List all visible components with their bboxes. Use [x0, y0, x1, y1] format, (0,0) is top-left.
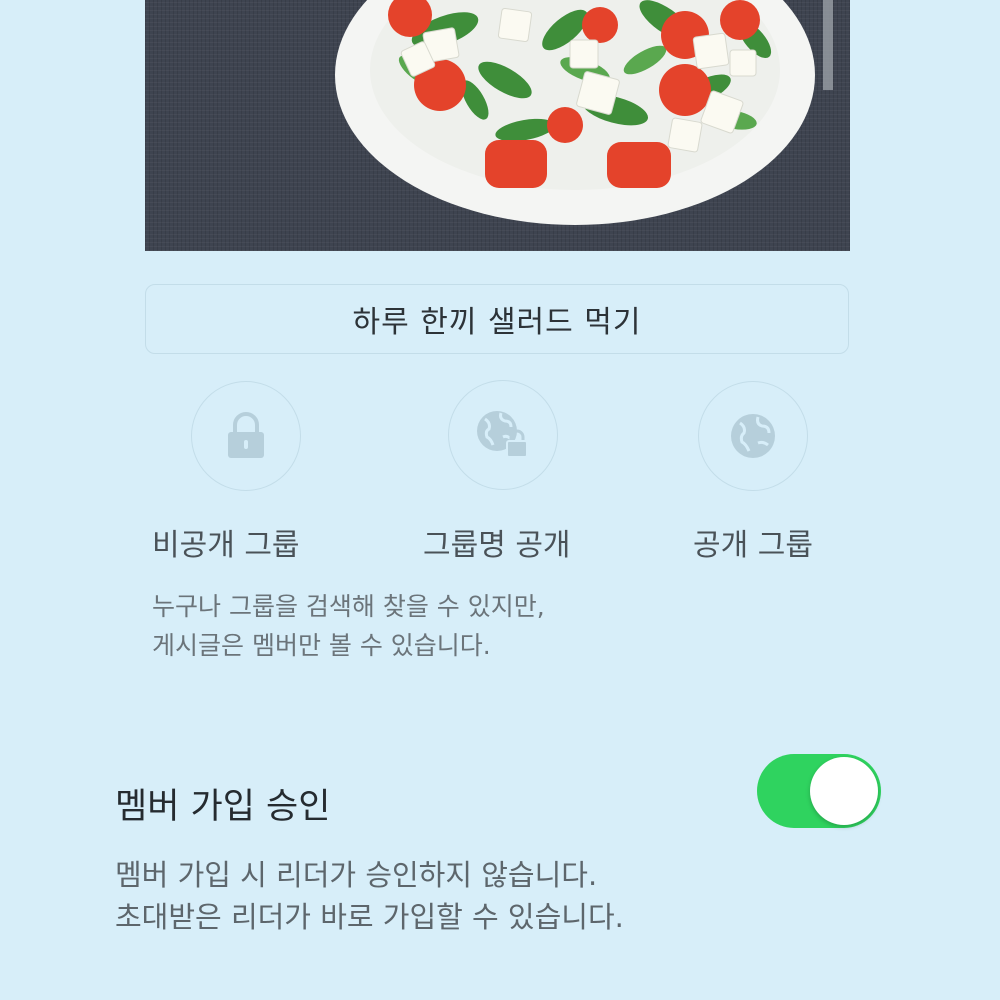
toggle-knob [810, 757, 878, 825]
next-section-hint [115, 985, 305, 1000]
group-settings-screen: 하루 한끼 샐러드 먹기 비공개 그룹 그룹명 공개 공개 그룹 누구나 그룹을… [0, 0, 1000, 1000]
privacy-description-line-2: 게시글은 멤버만 볼 수 있습니다. [152, 631, 491, 660]
group-cover-photo[interactable] [145, 0, 850, 251]
globe-lock-icon [477, 411, 528, 458]
approval-description-line-2: 초대받은 리더가 바로 가입할 수 있습니다. [115, 900, 624, 934]
privacy-description-line-1: 누구나 그룹을 검색해 찾을 수 있지만, [152, 592, 545, 621]
private-group-option[interactable] [191, 381, 301, 491]
member-approval-toggle[interactable] [757, 754, 881, 828]
private-group-label: 비공개 그룹 [152, 528, 300, 563]
group-name-field[interactable]: 하루 한끼 샐러드 먹기 [145, 284, 849, 354]
member-approval-title: 멤버 가입 승인 [115, 787, 331, 827]
salad-photo [335, 0, 833, 225]
public-group-option[interactable] [698, 381, 808, 491]
globe-icon [731, 414, 775, 458]
lock-icon [228, 412, 264, 458]
name-public-group-label: 그룹명 공개 [423, 528, 571, 563]
public-group-label: 공개 그룹 [693, 528, 813, 563]
group-name-text: 하루 한끼 샐러드 먹기 [352, 305, 642, 340]
approval-description-line-1: 멤버 가입 시 리더가 승인하지 않습니다. [115, 858, 598, 892]
name-public-group-option[interactable] [448, 380, 558, 490]
